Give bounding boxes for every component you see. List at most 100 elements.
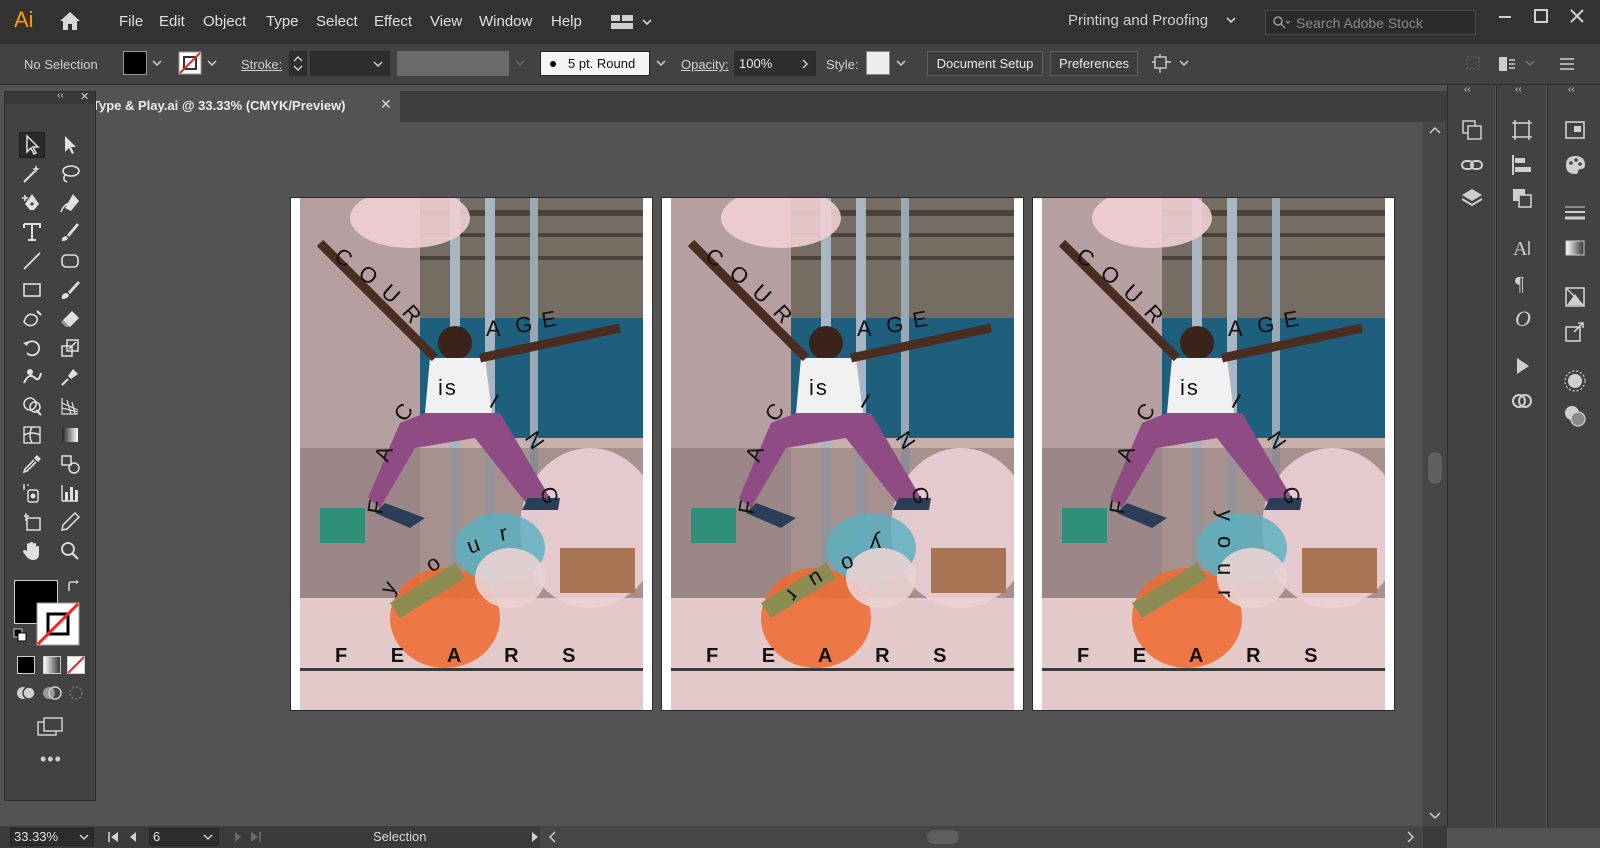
properties-panel-icon[interactable]	[1563, 118, 1587, 142]
collapse-icon[interactable]: ‹‹	[1515, 84, 1522, 95]
scale-tool-icon[interactable]	[57, 335, 83, 361]
menu-file[interactable]: File	[119, 13, 143, 30]
chevron-down-icon[interactable]	[203, 834, 213, 842]
close-tab-icon[interactable]: ✕	[380, 96, 392, 113]
screen-mode-icon[interactable]	[35, 716, 65, 738]
chevron-down-icon[interactable]	[656, 60, 666, 68]
opentype-panel-icon[interactable]: O	[1510, 305, 1534, 329]
color-panel-icon[interactable]	[1563, 153, 1587, 177]
rotate-tool-icon[interactable]	[19, 335, 45, 361]
edit-toolbar-icon[interactable]: •••	[40, 749, 62, 770]
lasso-tool-icon[interactable]	[57, 161, 83, 187]
horizontal-scroll-thumb[interactable]	[927, 830, 959, 844]
pen-tool-icon[interactable]	[19, 190, 45, 216]
line-segment-tool-icon[interactable]	[19, 248, 45, 274]
shape-builder-tool-icon[interactable]	[19, 393, 45, 419]
maximize-icon[interactable]	[1531, 6, 1551, 26]
eyedropper-tool-icon[interactable]	[19, 451, 45, 477]
menu-window[interactable]: Window	[479, 13, 532, 30]
chevron-down-icon[interactable]	[79, 834, 89, 842]
menu-effect[interactable]: Effect	[374, 13, 412, 30]
stroke-swatch[interactable]	[178, 51, 202, 75]
transparency-panel-icon[interactable]	[1563, 404, 1587, 428]
stroke-panel-icon[interactable]	[1563, 201, 1587, 225]
workspace-switcher-icon[interactable]	[610, 12, 656, 32]
draw-inside-icon[interactable]	[65, 684, 87, 702]
chevron-down-icon[interactable]	[1226, 16, 1236, 24]
color-mode-button[interactable]	[17, 656, 35, 674]
none-mode-button[interactable]	[67, 656, 85, 674]
eraser-tool-icon[interactable]	[57, 306, 83, 332]
chevron-right-icon[interactable]	[801, 59, 809, 69]
draw-normal-icon[interactable]	[15, 684, 37, 702]
minimize-icon[interactable]	[1495, 6, 1515, 26]
collapse-icon[interactable]: ‹‹	[57, 90, 64, 101]
swap-fill-stroke-icon[interactable]	[66, 579, 82, 595]
asset-export-panel-icon[interactable]	[1563, 320, 1587, 344]
puppet-warp-tool-icon[interactable]	[57, 364, 83, 390]
rounded-rectangle-tool-icon[interactable]	[57, 248, 83, 274]
menu-view[interactable]: View	[430, 13, 462, 30]
document-setup-button[interactable]: Document Setup	[927, 51, 1043, 76]
slice-tool-icon[interactable]	[57, 509, 83, 535]
vertical-scrollbar[interactable]	[1423, 122, 1447, 826]
preferences-button[interactable]: Preferences	[1050, 51, 1138, 76]
links-panel-icon[interactable]	[1460, 153, 1484, 177]
hand-tool-icon[interactable]	[19, 538, 45, 564]
artboard-tool-icon[interactable]	[19, 509, 45, 535]
blob-brush-tool-icon[interactable]	[57, 277, 83, 303]
type-tool-icon[interactable]	[19, 219, 45, 245]
previous-artboard-icon[interactable]	[128, 831, 138, 843]
first-artboard-icon[interactable]	[107, 831, 119, 843]
menu-edit[interactable]: Edit	[159, 13, 185, 30]
mesh-tool-icon[interactable]	[19, 422, 45, 448]
image-trace-panel-icon[interactable]	[1563, 285, 1587, 309]
workspace-name[interactable]: Printing and Proofing	[1068, 12, 1208, 29]
paragraph-panel-icon[interactable]: ¶	[1510, 270, 1534, 294]
cc-libraries-panel-icon[interactable]	[1510, 389, 1534, 413]
scroll-left-icon[interactable]	[548, 831, 556, 843]
transform-panel-icon[interactable]	[1510, 118, 1534, 142]
status-menu-icon[interactable]	[530, 831, 540, 843]
default-fill-stroke-icon[interactable]	[13, 628, 27, 642]
blend-tool-icon[interactable]	[57, 451, 83, 477]
perspective-grid-tool-icon[interactable]	[57, 393, 83, 419]
scroll-up-icon[interactable]	[1429, 126, 1441, 134]
curvature-tool-icon[interactable]	[57, 190, 83, 216]
close-icon[interactable]: ✕	[80, 90, 89, 103]
menu-object[interactable]: Object	[203, 13, 246, 30]
stroke-weight-field[interactable]	[310, 51, 390, 76]
layers-panel-icon[interactable]	[1460, 186, 1484, 210]
appearance-panel-icon[interactable]	[1563, 369, 1587, 393]
artboards-panel-icon[interactable]	[1460, 118, 1484, 142]
chevron-down-icon[interactable]	[152, 60, 162, 68]
gradient-tool-icon[interactable]	[57, 422, 83, 448]
artboard-2[interactable]: C O U R A G E is F A C I N G y o u r F E…	[661, 197, 1024, 711]
document-tab[interactable]: Type & Play.ai @ 33.33% (CMYK/Preview) ✕	[92, 91, 400, 122]
artboard-1[interactable]: C O U R A G E is F A C I N G y o u r F E…	[290, 197, 653, 711]
zoom-tool-icon[interactable]	[57, 538, 83, 564]
direct-selection-tool-icon[interactable]	[57, 132, 83, 158]
home-icon[interactable]	[58, 10, 82, 32]
actions-panel-icon[interactable]	[1510, 354, 1534, 378]
close-window-icon[interactable]	[1567, 6, 1587, 26]
canvas[interactable]: C O U R A G E is F A C I N G y o u r F E…	[96, 122, 1431, 826]
column-graph-tool-icon[interactable]	[57, 480, 83, 506]
chevron-down-icon[interactable]	[1179, 60, 1189, 68]
opacity-label[interactable]: Opacity:	[681, 57, 729, 72]
gradient-panel-icon[interactable]	[1563, 236, 1587, 260]
character-panel-icon[interactable]: A	[1510, 235, 1534, 259]
stroke-stepper[interactable]	[289, 51, 307, 76]
panel-menu-icon[interactable]	[1558, 55, 1576, 73]
vertical-scroll-thumb[interactable]	[1428, 452, 1442, 484]
magic-wand-tool-icon[interactable]	[19, 161, 45, 187]
search-stock-input[interactable]: Search Adobe Stock	[1265, 10, 1476, 35]
warp-tool-icon[interactable]	[19, 364, 45, 390]
rectangle-tool-icon[interactable]	[19, 277, 45, 303]
stroke-color-swatch[interactable]	[36, 602, 80, 646]
draw-behind-icon[interactable]	[41, 684, 63, 702]
menu-help[interactable]: Help	[551, 13, 582, 30]
stroke-label[interactable]: Stroke:	[241, 57, 282, 72]
menu-select[interactable]: Select	[316, 13, 358, 30]
selection-tool-icon[interactable]	[19, 132, 45, 158]
